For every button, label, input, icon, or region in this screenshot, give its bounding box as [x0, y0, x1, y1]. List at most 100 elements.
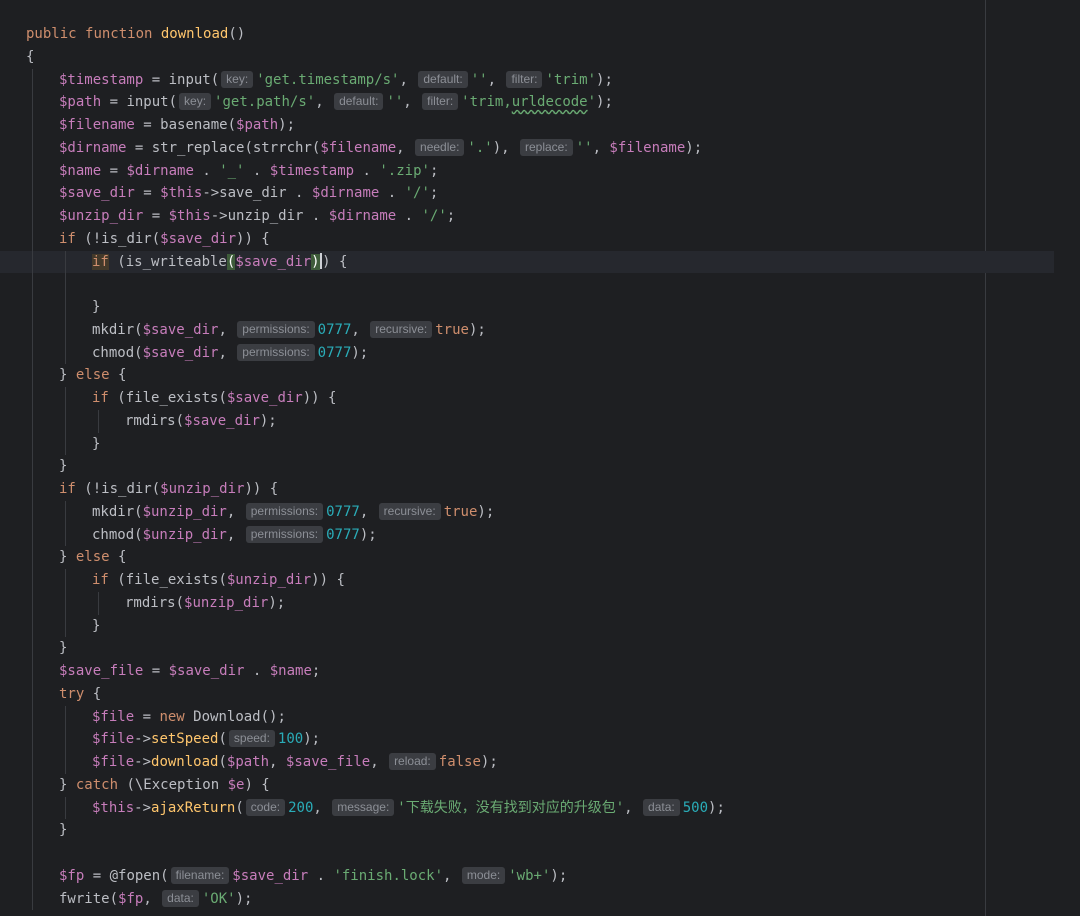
code-line[interactable]: $file = new Download(); — [26, 705, 980, 729]
variable-token: $dirname — [328, 208, 397, 224]
code-text: , — [403, 94, 421, 111]
code-line[interactable]: } — [26, 432, 980, 456]
code-text: ); — [550, 867, 568, 884]
code-line[interactable]: $unzip_dir = $this->unzip_dir . $dirname… — [26, 205, 980, 228]
indent-guide — [32, 705, 33, 729]
code-line[interactable]: } catch (\Exception $e) { — [26, 773, 980, 797]
code-line[interactable]: $filename = basename($path); — [26, 114, 980, 137]
parameter-hint: needle: — [415, 138, 465, 156]
code-line[interactable]: if (!is_dir($unzip_dir)) { — [26, 478, 980, 501]
code-line[interactable]: public function download() — [26, 23, 980, 46]
code-text: Download(); — [193, 708, 286, 725]
indent-guide — [32, 182, 33, 205]
indent-guide — [32, 591, 33, 615]
parameter-hint: filter: — [422, 93, 459, 111]
number-token: 0777 — [317, 344, 352, 361]
code-editor[interactable]: public function download() { $timestamp = … — [0, 0, 1080, 916]
code-line[interactable]: } — [26, 614, 980, 638]
indent-guide — [65, 318, 66, 342]
code-text: (!is_dir( — [84, 230, 161, 247]
indent-guide — [32, 796, 33, 820]
code-text: )) { — [311, 572, 345, 588]
code-text: ); — [303, 731, 321, 748]
code-text: { — [26, 48, 35, 65]
code-line[interactable]: $dirname = str_replace(strrchr($filename… — [26, 136, 980, 160]
code-line[interactable]: mkdir($unzip_dir, permissions: 0777, recu… — [26, 500, 980, 524]
code-line[interactable]: try { — [26, 682, 980, 706]
code-text: = — [134, 708, 160, 725]
code-line[interactable]: } — [26, 455, 980, 478]
variable-token: $path — [59, 94, 102, 111]
variable-token: $file — [92, 731, 135, 748]
code-text: . — [354, 162, 380, 179]
variable-token: $save_dir — [226, 390, 303, 406]
code-line[interactable]: fwrite($fp, data: 'OK'); — [26, 887, 980, 911]
string-token: '_' — [219, 162, 245, 179]
code-text: (file_exists( — [117, 390, 227, 406]
indent-guide — [65, 409, 66, 433]
code-line[interactable]: if (!is_dir($save_dir)) { — [26, 227, 980, 251]
code-line[interactable]: $name = $dirname . '_' . $timestamp . '.… — [26, 159, 980, 183]
code-line[interactable]: if (file_exists($unzip_dir)) { — [26, 569, 980, 592]
code-line[interactable]: $fp = @fopen(filename: $save_dir . 'finis… — [26, 864, 980, 888]
code-line[interactable] — [26, 842, 980, 865]
code-line[interactable]: $path = input(key:'get.path/s', default:… — [26, 91, 980, 114]
code-line[interactable]: } — [26, 637, 980, 660]
variable-token: $unzip_dir — [160, 481, 245, 497]
code-text: = — [134, 185, 161, 202]
code-line[interactable]: } else { — [26, 546, 980, 569]
code-line[interactable]: chmod($unzip_dir, permissions: 0777); — [26, 523, 980, 547]
code-area[interactable]: public function download() { $timestamp = … — [0, 23, 1054, 911]
indent-guide — [32, 159, 33, 183]
code-line[interactable]: rmdirs($unzip_dir); — [26, 591, 980, 615]
code-line[interactable]: $file->download($path, $save_file, reloa… — [26, 751, 980, 774]
call-token: chmod( — [92, 526, 143, 543]
number-token: 0777 — [326, 503, 360, 520]
code-line[interactable]: $save_file = $save_dir . $name; — [26, 660, 980, 683]
code-line[interactable]: } — [26, 819, 980, 842]
indent-guide — [32, 864, 33, 888]
variable-token: $path — [236, 117, 279, 133]
parameter-hint: default: — [418, 70, 468, 88]
code-line[interactable]: $save_dir = $this->save_dir . $dirname .… — [26, 182, 980, 205]
code-line[interactable]: if (is_writeable($save_dir)) { — [0, 250, 1054, 274]
parameter-hint: recursive: — [378, 502, 441, 520]
code-text: ( — [218, 731, 227, 748]
indent-guide — [32, 409, 33, 433]
variable-token: $fp — [118, 890, 144, 907]
indent-guide — [32, 751, 33, 774]
variable-token: $this — [92, 799, 135, 816]
indent-guide — [65, 705, 66, 729]
code-line[interactable]: $timestamp = input(key:'get.timestamp/s'… — [26, 68, 980, 92]
call-token: str_replace(strrchr( — [151, 139, 321, 156]
code-line[interactable]: chmod($save_dir, permissions: 0777); — [26, 341, 980, 365]
indent-guide — [32, 364, 33, 387]
code-line[interactable]: } else { — [26, 364, 980, 387]
indent-guide — [65, 523, 66, 547]
code-line[interactable]: { — [26, 46, 980, 69]
variable-token: $this — [160, 185, 203, 202]
code-text: , — [218, 344, 236, 361]
code-text: , — [315, 94, 333, 111]
code-line[interactable]: $this->ajaxReturn(code: 200, message: '下载失… — [26, 796, 980, 820]
code-line[interactable]: mkdir($save_dir, permissions: 0777, recur… — [26, 318, 980, 342]
code-text: (file_exists( — [117, 572, 227, 588]
indent-guide — [32, 523, 33, 547]
variable-token: $save_dir — [184, 412, 260, 429]
code-line[interactable] — [26, 273, 980, 296]
code-text: -> — [134, 754, 152, 770]
string-token: '/' — [421, 208, 447, 224]
variable-token: $save_dir — [59, 185, 135, 202]
string-token: 'finish.lock' — [333, 867, 444, 884]
code-text: ; — [446, 208, 456, 224]
indent-guide — [65, 796, 66, 820]
keyword-token: if — [59, 481, 85, 497]
indent-guide — [32, 91, 33, 114]
code-line[interactable]: if (file_exists($save_dir)) { — [26, 387, 980, 410]
keyword-token: false — [438, 754, 481, 770]
code-line[interactable]: $file->setSpeed(speed: 100); — [26, 728, 980, 751]
code-line[interactable]: } — [26, 296, 980, 319]
keyword-token: else — [75, 367, 119, 384]
code-text: (is_writeable — [108, 253, 227, 270]
code-line[interactable]: rmdirs($save_dir); — [26, 409, 980, 433]
